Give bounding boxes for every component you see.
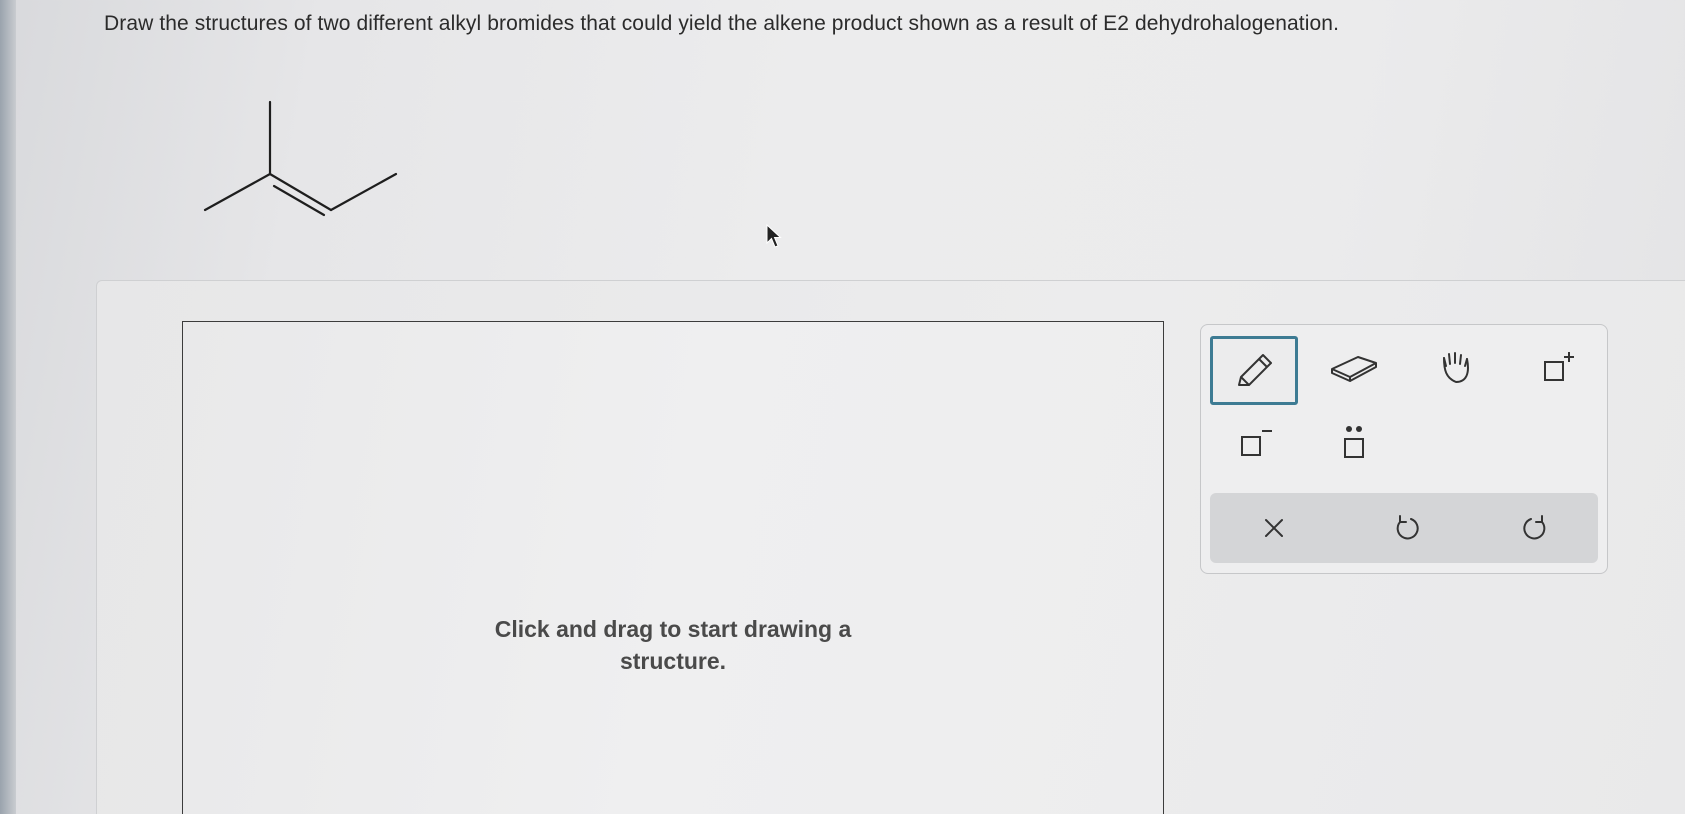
lone-pair-icon bbox=[1344, 426, 1364, 458]
negative-charge-icon bbox=[1241, 430, 1272, 456]
lone-pair-button[interactable] bbox=[1314, 411, 1394, 475]
positive-charge-icon bbox=[1544, 352, 1574, 381]
eraser-tool-button[interactable] bbox=[1314, 336, 1394, 400]
positive-charge-button[interactable] bbox=[1517, 336, 1597, 400]
mouse-cursor-icon bbox=[766, 224, 782, 248]
alkene-structure bbox=[203, 100, 398, 217]
bond bbox=[329, 172, 398, 212]
hand-icon bbox=[1443, 352, 1469, 383]
eraser-icon bbox=[1331, 356, 1377, 382]
undo-icon bbox=[1396, 515, 1419, 540]
hand-tool-button[interactable] bbox=[1417, 336, 1497, 400]
canvas-hint-line1: Click and drag to start drawing a bbox=[494, 616, 852, 642]
canvas-hint: Click and drag to start drawing a struct… bbox=[183, 613, 1163, 677]
pencil-icon bbox=[1238, 353, 1272, 386]
pencil-tool-button[interactable] bbox=[1210, 336, 1298, 405]
clear-icon bbox=[1265, 519, 1283, 537]
canvas-hint-line2: structure. bbox=[619, 648, 727, 674]
drawing-toolbox bbox=[1200, 324, 1608, 574]
window-edge bbox=[0, 0, 16, 814]
redo-icon bbox=[1523, 515, 1546, 540]
negative-charge-button[interactable] bbox=[1214, 411, 1294, 475]
action-bar bbox=[1210, 493, 1598, 563]
redo-button[interactable] bbox=[1506, 503, 1566, 553]
drawing-canvas[interactable]: Click and drag to start drawing a struct… bbox=[182, 321, 1164, 814]
double-bond bbox=[268, 172, 333, 212]
question-text: Draw the structures of two different alk… bbox=[104, 12, 1340, 35]
clear-button[interactable] bbox=[1244, 503, 1304, 553]
undo-button[interactable] bbox=[1376, 503, 1436, 553]
bond bbox=[203, 172, 272, 212]
